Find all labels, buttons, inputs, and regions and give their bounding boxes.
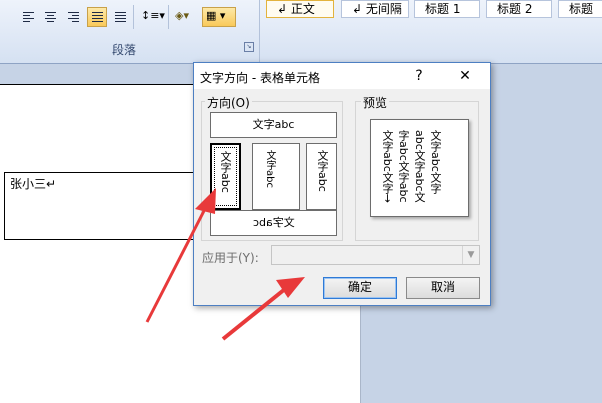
- arrow-line: [221, 287, 287, 341]
- arrow-line: [145, 204, 209, 323]
- annotation-arrows: [145, 188, 305, 341]
- arrowhead-icon: [195, 188, 216, 214]
